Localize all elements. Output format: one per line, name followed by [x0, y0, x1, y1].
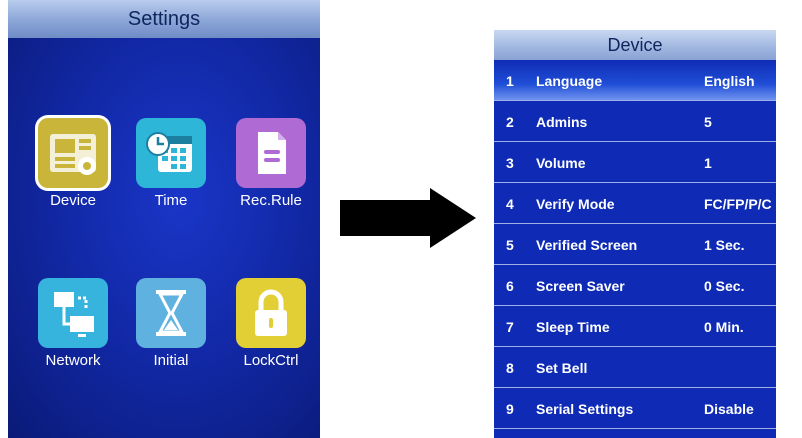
menu-item-value: English	[704, 73, 755, 89]
menu-item-label: Admins	[536, 114, 588, 130]
device-icon	[38, 118, 108, 188]
menu-item-volume[interactable]: 3 Volume 1	[494, 142, 776, 183]
menu-item-value: 0 Sec.	[704, 278, 745, 294]
menu-item-number: 6	[506, 278, 514, 294]
app-label-lockctrl: LockCtrl	[243, 352, 299, 369]
app-initial[interactable]: Initial	[121, 278, 221, 388]
menu-item-number: 7	[506, 319, 514, 335]
menu-item-value: 1	[704, 155, 712, 171]
menu-item-label: Language	[536, 73, 603, 89]
app-label-network: Network	[45, 352, 101, 369]
menu-item-screen-saver[interactable]: 6 Screen Saver 0 Sec.	[494, 265, 776, 306]
app-lockctrl[interactable]: LockCtrl	[221, 278, 320, 388]
settings-title: Settings	[8, 0, 320, 38]
calendar-clock-icon	[136, 118, 206, 188]
menu-item-value: 5	[704, 114, 712, 130]
menu-item-number: 3	[506, 155, 514, 171]
menu-item-value: 1 Sec.	[704, 237, 745, 253]
menu-item-label: Verified Screen	[536, 237, 638, 253]
menu-item-number: 8	[506, 360, 514, 376]
right-arrow-icon	[340, 188, 476, 248]
menu-item-number: 9	[506, 401, 514, 417]
document-icon	[236, 118, 306, 188]
app-time[interactable]: Time	[121, 118, 221, 228]
menu-item-number: 5	[506, 237, 514, 253]
menu-item-serial-settings[interactable]: 9 Serial Settings Disable	[494, 388, 776, 429]
hourglass-icon	[136, 278, 206, 348]
menu-item-admins[interactable]: 2 Admins 5	[494, 101, 776, 142]
menu-item-label: Sleep Time	[536, 319, 610, 335]
menu-item-language[interactable]: 1 Language English	[494, 60, 776, 101]
app-label-device: Device	[50, 192, 96, 209]
app-device[interactable]: Device	[23, 118, 123, 228]
menu-item-label: Verify Mode	[536, 196, 615, 212]
menu-item-label: Serial Settings	[536, 401, 634, 417]
menu-item-value: 0 Min.	[704, 319, 744, 335]
menu-item-set-bell[interactable]: 8 Set Bell	[494, 347, 776, 388]
lock-icon	[236, 278, 306, 348]
menu-item-value: Disable	[704, 401, 754, 417]
app-label-rec-rule: Rec.Rule	[240, 192, 302, 209]
device-title: Device	[494, 30, 776, 60]
menu-item-value: FC/FP/P/C	[704, 196, 772, 212]
menu-item-label: Set Bell	[536, 360, 588, 376]
app-network[interactable]: Network	[23, 278, 123, 388]
settings-screen: Settings Device Time Rec.Rule Network In…	[8, 0, 320, 438]
menu-item-number: 4	[506, 196, 514, 212]
network-icon	[38, 278, 108, 348]
menu-item-number: 2	[506, 114, 514, 130]
app-label-time: Time	[154, 192, 188, 209]
menu-item-verify-mode[interactable]: 4 Verify Mode FC/FP/P/C	[494, 183, 776, 224]
menu-item-label: Volume	[536, 155, 586, 171]
menu-item-number: 1	[506, 73, 514, 89]
device-screen: Device 1 Language English 2 Admins 5 3 V…	[494, 30, 776, 438]
app-label-initial: Initial	[153, 352, 189, 369]
app-rec-rule[interactable]: Rec.Rule	[221, 118, 320, 228]
menu-item-sleep-time[interactable]: 7 Sleep Time 0 Min.	[494, 306, 776, 347]
menu-item-label: Screen Saver	[536, 278, 625, 294]
menu-item-verified-screen[interactable]: 5 Verified Screen 1 Sec.	[494, 224, 776, 265]
